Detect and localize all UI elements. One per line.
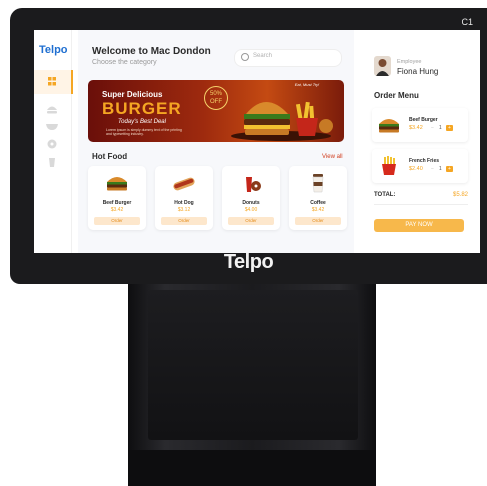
pos-terminal-bezel: C1 Telpo Welcome to Mac Dondon Choose th… [10, 8, 487, 284]
drink-icon[interactable] [44, 156, 60, 168]
pos-screen: Telpo Welcome to Mac Dondon Choose the c… [34, 30, 480, 253]
order-button[interactable]: Order [295, 217, 341, 225]
product-price: $3.12 [177, 207, 191, 213]
burger-icon [107, 177, 127, 191]
order-item-name: Beef Burger [409, 117, 438, 123]
burger-icon[interactable] [44, 104, 60, 116]
hot-food-title: Hot Food [92, 152, 128, 161]
order-button[interactable]: Order [161, 217, 207, 225]
product-card[interactable]: Donuts $4.00 Order [222, 166, 280, 230]
order-item[interactable]: Beef Burger $3.42 − 1 + [372, 108, 468, 142]
burger-icon [379, 119, 399, 133]
search-placeholder: Search [253, 53, 273, 59]
model-tag: C1 [461, 17, 473, 27]
order-item-price: $3.42 [409, 125, 423, 131]
order-item-qty: 1 [439, 166, 442, 172]
order-item-name: French Fries [409, 158, 440, 164]
view-all-link[interactable]: View all [322, 154, 343, 160]
burger-photo-icon [231, 101, 333, 141]
banner-headline: BURGER [102, 99, 182, 118]
total-label: TOTAL: [374, 192, 396, 198]
decrease-qty-button[interactable]: − [431, 166, 434, 172]
product-name: Coffee [310, 200, 326, 206]
product-card[interactable]: Hot Dog $3.12 Order [155, 166, 213, 230]
banner-today: Today's Best Deal [118, 119, 166, 125]
increase-qty-button[interactable]: + [446, 125, 453, 131]
order-item[interactable]: French Fries $2.40 − 1 + [372, 149, 468, 183]
grid-icon [48, 77, 56, 86]
fries-icon [382, 156, 396, 175]
coffee-icon [312, 174, 324, 193]
stand-base [128, 450, 376, 486]
order-item-qty: 1 [439, 125, 442, 131]
product-card[interactable]: Coffee $3.42 Order [289, 166, 347, 230]
device-logo: Telpo [223, 251, 274, 273]
product-name: Beef Burger [102, 200, 132, 206]
product-name: Hot Dog [174, 200, 194, 206]
order-button[interactable]: Order [94, 217, 140, 225]
product-price: $3.42 [110, 207, 124, 213]
bowl-icon[interactable] [44, 120, 60, 132]
donut-icon[interactable] [44, 138, 60, 150]
product-name: Donuts [242, 200, 260, 206]
hotdog-icon [173, 177, 195, 191]
discount-badge: 50% OFF [204, 86, 228, 110]
divider [374, 204, 468, 205]
main-panel: Welcome to Mac Dondon Choose the categor… [78, 30, 354, 253]
product-price: $3.42 [311, 207, 325, 213]
promo-banner[interactable]: Super Delicious BURGER Today's Best Deal… [88, 80, 344, 142]
stand-panel [148, 290, 358, 440]
order-menu-title: Order Menu [374, 91, 419, 100]
page-subtitle: Choose the category [92, 59, 157, 66]
order-item-price: $2.40 [409, 166, 423, 172]
avatar [374, 56, 391, 76]
order-button[interactable]: Order [228, 217, 274, 225]
product-price: $4.00 [244, 207, 258, 213]
pay-now-button[interactable]: PAY NOW [374, 219, 464, 232]
total-value: $5.82 [452, 192, 468, 198]
decrease-qty-button[interactable]: − [431, 125, 434, 131]
brand-logo: Telpo [39, 44, 68, 56]
search-icon [241, 53, 249, 61]
sidebar: Telpo [34, 30, 73, 253]
employee-label: Employee [397, 59, 422, 65]
banner-fine-print: Lorem ipsum is simply dummy text of the … [106, 128, 182, 136]
donut-icon [246, 177, 261, 192]
order-panel: Employee Fiona Hung Order Menu Beef Burg… [364, 30, 480, 253]
product-card[interactable]: Beef Burger $3.42 Order [88, 166, 146, 230]
search-input[interactable]: Search [234, 49, 342, 67]
page-title: Welcome to Mac Dondon [92, 46, 211, 57]
increase-qty-button[interactable]: + [446, 166, 453, 172]
banner-super: Super Delicious [102, 90, 163, 99]
employee-name: Fiona Hung [397, 67, 439, 76]
